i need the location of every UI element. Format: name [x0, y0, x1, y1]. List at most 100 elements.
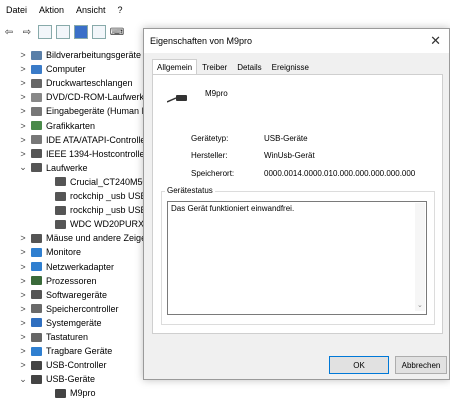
expand-arrow-icon[interactable]: > — [18, 92, 28, 102]
dialog-tabs: Allgemein Treiber Details Ereignisse — [152, 59, 314, 75]
tree-item[interactable]: > Tastaturen — [18, 330, 88, 344]
menu-bar: Datei Aktion Ansicht ? — [0, 0, 450, 19]
tree-item-label: Monitore — [46, 247, 82, 258]
keyboard-icon — [31, 332, 42, 342]
expand-arrow-icon[interactable]: > — [18, 360, 28, 370]
dvd-icon — [31, 92, 42, 102]
tree-item[interactable]: > IDE ATA/ATAPI-Controller — [18, 133, 148, 147]
status-scrollbar[interactable]: ⌄ — [415, 203, 425, 311]
hid-icon — [31, 106, 42, 116]
tree-item[interactable]: ⌄ Laufwerke — [18, 161, 88, 175]
menu-help[interactable]: ? — [118, 5, 123, 15]
camera-icon — [31, 50, 42, 60]
tree-item-label: Laufwerke — [46, 162, 88, 173]
expand-arrow-icon[interactable]: > — [18, 290, 28, 300]
expand-arrow-icon[interactable]: > — [18, 106, 28, 116]
device-status-label: Gerätestatus — [165, 186, 215, 195]
tree-item[interactable]: > DVD/CD-ROM-Laufwerke — [18, 90, 149, 104]
cancel-button[interactable]: Abbrechen — [395, 356, 447, 374]
tree-item-label: M9pro — [70, 388, 96, 399]
tree-item[interactable]: > Systemgeräte — [18, 316, 101, 330]
device-status-text: Das Gerät funktioniert einwandfrei. — [171, 204, 295, 213]
tree-item[interactable]: > Grafikkarten — [18, 119, 95, 133]
menu-ansicht[interactable]: Ansicht — [76, 5, 106, 15]
expand-arrow-icon[interactable]: > — [18, 64, 28, 74]
tree-item[interactable]: > IEEE 1394-Hostcontroller — [18, 147, 148, 161]
printer-icon — [31, 78, 42, 88]
ok-button[interactable]: OK — [329, 356, 389, 374]
manufacturer-label: Hersteller: — [191, 151, 228, 160]
usb-icon — [55, 388, 66, 398]
tab-ereignisse[interactable]: Ereignisse — [267, 59, 314, 75]
tree-item[interactable]: > Tragbare Geräte — [18, 344, 112, 358]
device-type-value: USB-Geräte — [264, 134, 308, 143]
expand-arrow-icon[interactable]: > — [18, 318, 28, 328]
tree-item[interactable]: > Druckwarteschlangen — [18, 76, 133, 90]
manufacturer-value: WinUsb-Gerät — [264, 151, 315, 160]
device-status-textbox[interactable]: Das Gerät funktioniert einwandfrei. ⌄ — [167, 201, 427, 315]
tree-item[interactable]: > Prozessoren — [18, 274, 97, 288]
tree-item-label: DVD/CD-ROM-Laufwerke — [46, 92, 150, 103]
tree-item[interactable]: > Softwaregeräte — [18, 288, 107, 302]
location-label: Speicherort: — [191, 169, 235, 178]
chevron-down-icon[interactable]: ⌄ — [417, 301, 423, 309]
expand-arrow-icon[interactable]: > — [18, 346, 28, 356]
expand-arrow-icon[interactable]: > — [18, 121, 28, 131]
expand-arrow-icon[interactable]: > — [18, 332, 28, 342]
tree-item-label: Computer — [46, 64, 86, 75]
expand-arrow-icon[interactable]: > — [18, 149, 28, 159]
properties-icon[interactable] — [38, 25, 52, 39]
menu-aktion[interactable]: Aktion — [39, 5, 64, 15]
tree-item[interactable]: ⌄ USB-Geräte — [18, 372, 95, 386]
tree-item[interactable]: > Computer — [18, 62, 86, 76]
display-adapter-icon — [31, 121, 42, 130]
tree-item-label: Bildverarbeitungsgeräte — [46, 50, 142, 60]
view-icon[interactable] — [92, 25, 106, 39]
portable-device-icon — [31, 346, 42, 356]
menu-datei[interactable]: Datei — [6, 5, 27, 15]
expand-arrow-icon[interactable]: > — [18, 78, 28, 88]
dialog-titlebar[interactable]: Eigenschaften von M9pro ✕ — [144, 29, 449, 53]
tree-item-label: USB-Controller — [46, 360, 107, 371]
collapse-arrow-icon[interactable]: ⌄ — [18, 374, 28, 385]
drive-icon — [55, 219, 66, 229]
tree-item[interactable]: > Monitore — [18, 245, 81, 259]
tree-item-label: IEEE 1394-Hostcontroller — [46, 148, 148, 159]
computer-icon — [31, 64, 42, 74]
expand-arrow-icon[interactable]: > — [18, 247, 28, 257]
expand-arrow-icon[interactable]: > — [18, 262, 28, 272]
tree-item-label: Druckwarteschlangen — [46, 78, 133, 89]
drive-icon — [55, 205, 66, 215]
ieee1394-icon — [31, 149, 42, 159]
tree-item-label: Prozessoren — [46, 275, 97, 286]
system-device-icon — [31, 318, 42, 328]
location-value: 0000.0014.0000.010.000.000.000.000.000 — [264, 169, 416, 178]
properties-dialog: Eigenschaften von M9pro ✕ Allgemein Trei… — [143, 28, 450, 380]
show-hidden-icon[interactable] — [56, 25, 70, 39]
tree-item[interactable]: > Bildverarbeitungsgeräte — [18, 48, 141, 62]
tree-item[interactable]: M9pro — [42, 386, 96, 400]
back-arrow-icon[interactable]: ⇦ — [2, 25, 16, 39]
tab-allgemein[interactable]: Allgemein — [152, 59, 198, 75]
usb-cable-icon — [167, 95, 187, 103]
expand-arrow-icon[interactable]: > — [18, 276, 28, 286]
drive-icon — [55, 177, 66, 187]
tree-item-label: IDE ATA/ATAPI-Controller — [46, 134, 149, 145]
tab-treiber[interactable]: Treiber — [197, 59, 232, 75]
tree-item[interactable]: > USB-Controller — [18, 358, 107, 372]
forward-arrow-icon[interactable]: ⇨ — [20, 25, 34, 39]
tree-item[interactable]: > Netzwerkadapter — [18, 260, 114, 274]
expand-arrow-icon[interactable]: > — [18, 135, 28, 145]
help-icon[interactable] — [74, 25, 88, 39]
device-name: M9pro — [205, 89, 228, 98]
expand-arrow-icon[interactable]: > — [18, 233, 28, 243]
update-driver-icon[interactable]: ⌨ — [110, 25, 124, 39]
tree-item[interactable]: > Speichercontroller — [18, 302, 118, 316]
collapse-arrow-icon[interactable]: ⌄ — [18, 162, 28, 173]
expand-arrow-icon[interactable]: > — [18, 50, 28, 60]
tree-item-label: Netzwerkadapter — [46, 261, 115, 272]
expand-arrow-icon[interactable]: > — [18, 304, 28, 314]
close-icon[interactable]: ✕ — [430, 33, 441, 49]
processor-icon — [31, 276, 42, 286]
tab-details[interactable]: Details — [232, 59, 266, 75]
